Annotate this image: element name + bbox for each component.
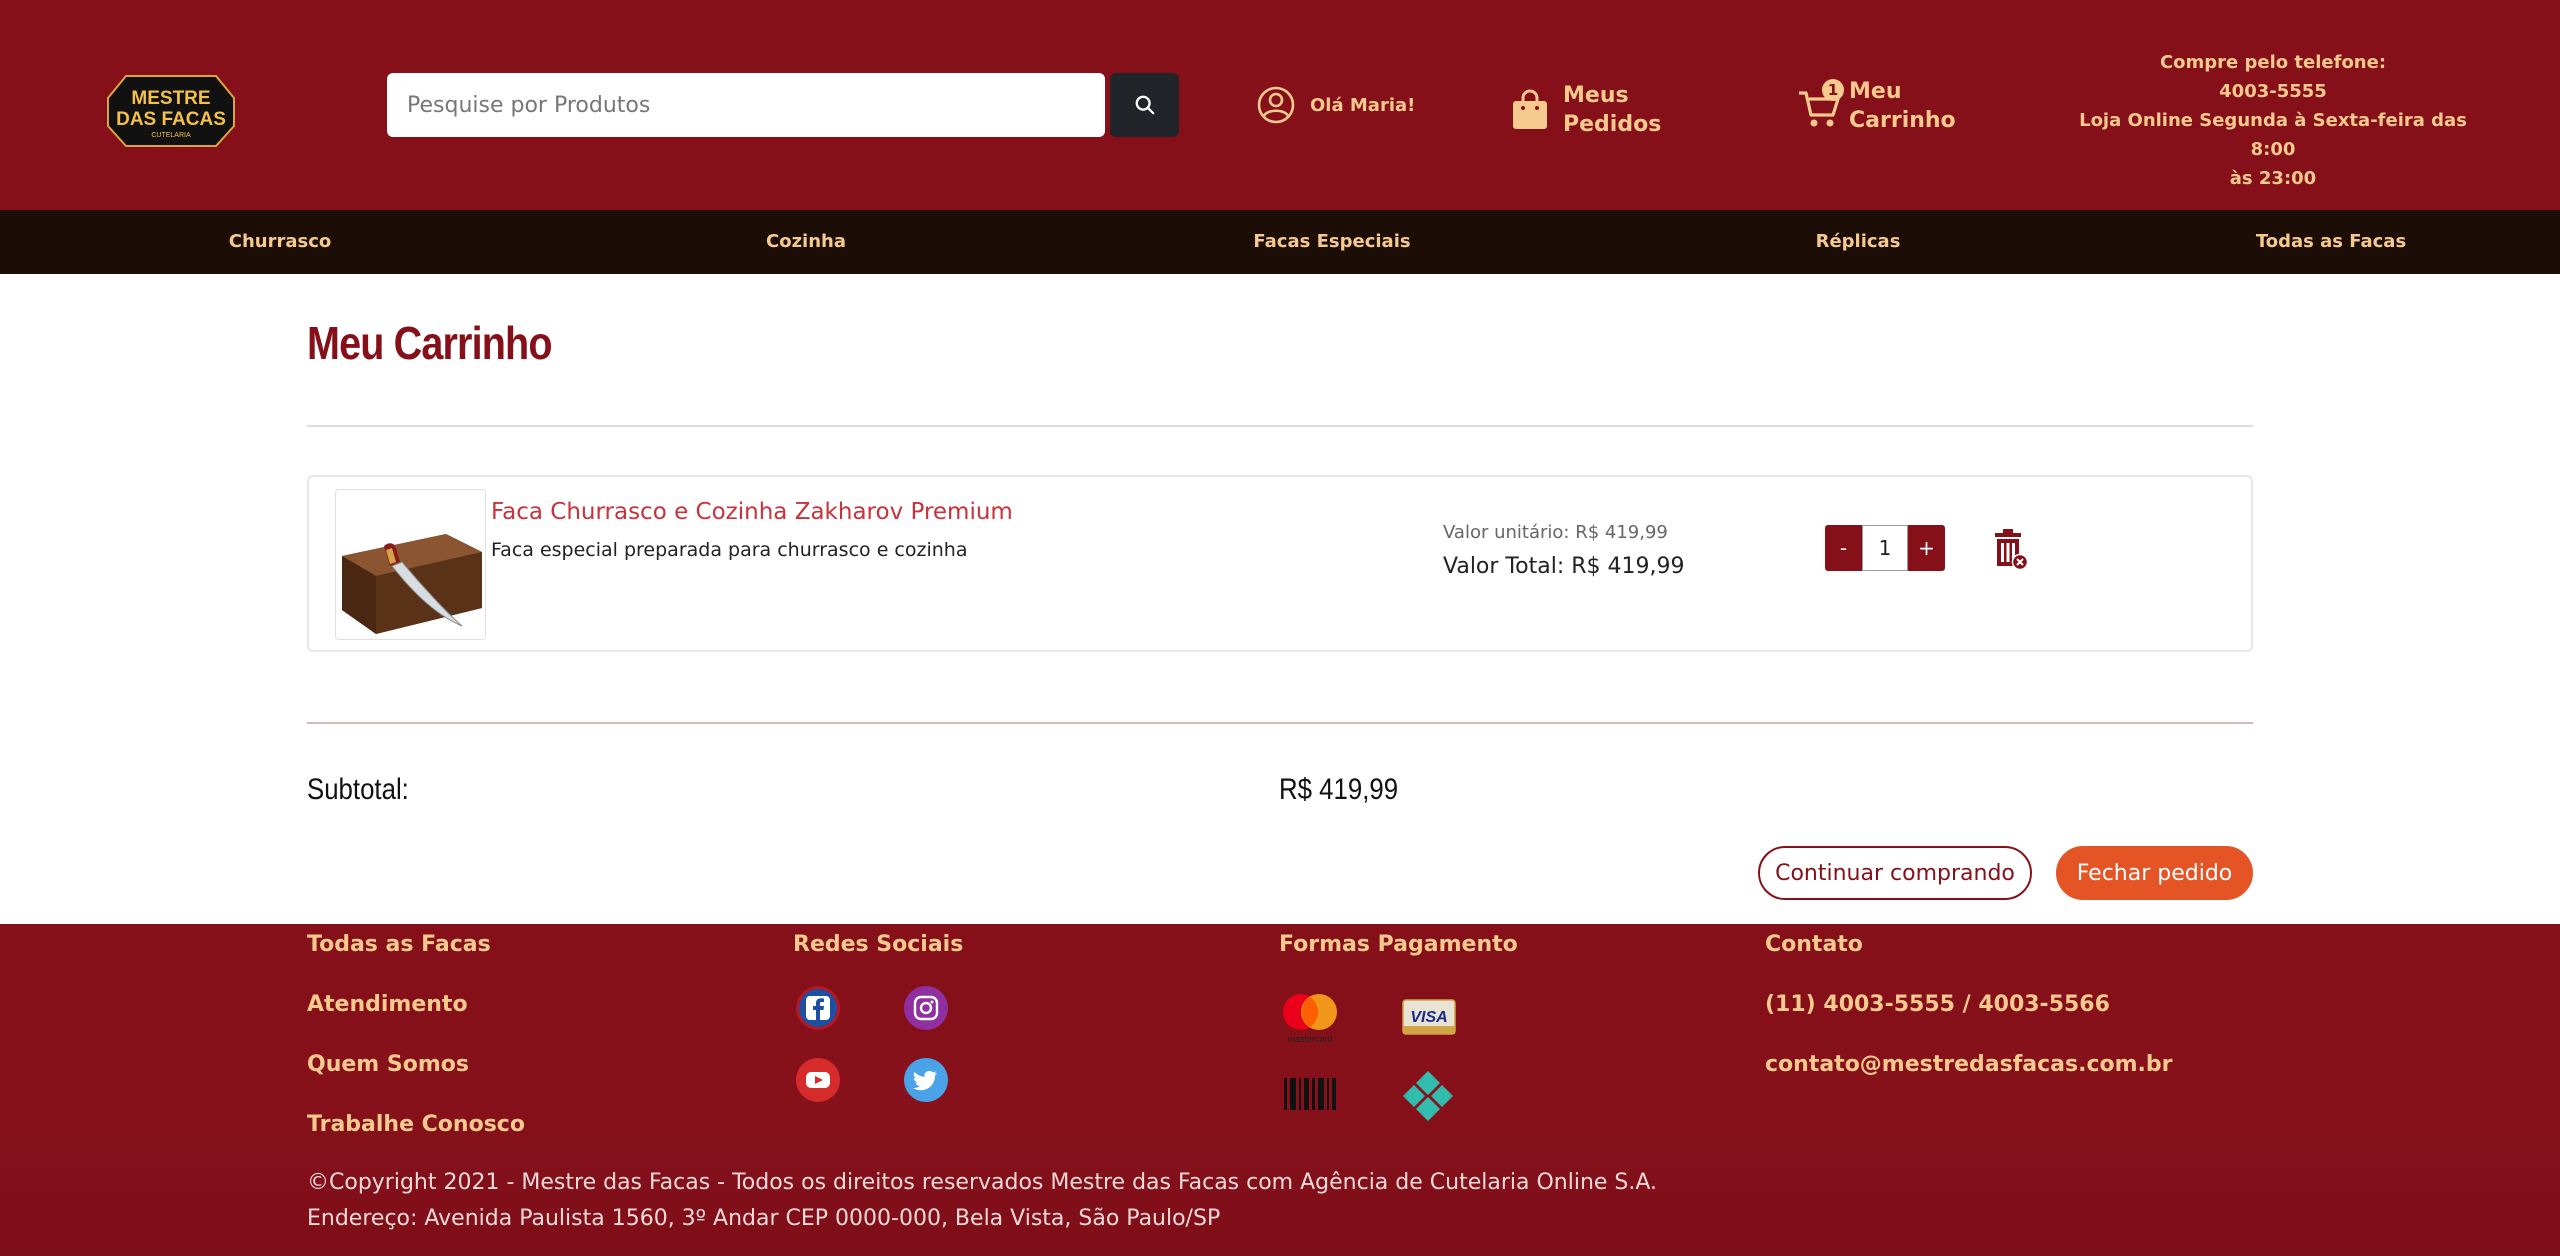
footer-link-trabalhe-conosco[interactable]: Trabalhe Conosco xyxy=(307,1112,525,1137)
shopping-bag-icon xyxy=(1513,89,1547,129)
visa-payment: VISA xyxy=(1402,998,1456,1038)
twitter-icon xyxy=(913,1070,937,1091)
visa-wordmark: VISA xyxy=(1410,1009,1447,1026)
boleto-payment xyxy=(1283,1074,1337,1114)
instagram-icon xyxy=(913,995,939,1021)
search-button[interactable] xyxy=(1110,73,1179,137)
nav-item-churrasco[interactable]: Churrasco xyxy=(229,210,332,274)
unit-price: Valor unitário: R$ 419,99 xyxy=(1443,522,1668,543)
contact-email[interactable]: contato@mestredasfacas.com.br xyxy=(1765,1052,2173,1077)
barcode-icon xyxy=(1284,1078,1336,1110)
logo-line2: DAS FACAS xyxy=(116,109,226,130)
page-title: Meu Carrinho xyxy=(307,317,553,369)
trash-icon xyxy=(1995,529,2029,571)
site-footer: Todas as Facas Atendimento Quem Somos Tr… xyxy=(0,924,2560,1256)
mastercard-payment: mastercard xyxy=(1279,988,1341,1044)
my-orders-label: Meus Pedidos xyxy=(1563,83,1662,137)
search-icon xyxy=(1135,95,1154,115)
product-image[interactable] xyxy=(335,489,486,640)
visa-icon: VISA xyxy=(1402,999,1456,1035)
knife-in-box-image xyxy=(336,490,485,639)
payment-title: Formas Pagamento xyxy=(1279,932,1518,957)
phone-title: Compre pelo telefone: xyxy=(2159,52,2387,73)
divider xyxy=(307,722,2253,724)
youtube-link[interactable] xyxy=(796,1058,840,1102)
subtotal-label: Subtotal: xyxy=(307,773,409,806)
search-input[interactable] xyxy=(387,73,1105,137)
quantity-input[interactable] xyxy=(1862,525,1908,571)
user-circle-icon xyxy=(1257,86,1295,124)
pix-icon xyxy=(1403,1071,1453,1121)
remove-item-button[interactable] xyxy=(1993,528,2029,571)
phone-number: 4003-5555 xyxy=(2219,81,2327,102)
category-nav: Churrasco Cozinha Facas Especiais Réplic… xyxy=(0,210,2560,274)
my-cart-label: Meu Carrinho xyxy=(1849,79,1956,133)
nav-item-cozinha[interactable]: Cozinha xyxy=(766,210,846,274)
logo-line3: CUTELARIA xyxy=(151,132,191,139)
search-bar xyxy=(387,73,1179,137)
phone-info: Compre pelo telefone: 4003-5555 Loja Onl… xyxy=(2070,48,2476,193)
youtube-icon xyxy=(806,1072,830,1088)
address-text: Endereço: Avenida Paulista 1560, 3º Anda… xyxy=(307,1206,1221,1231)
social-title: Redes Sociais xyxy=(793,932,964,957)
store-hours-line1: Loja Online Segunda à Sexta-feira das 8:… xyxy=(2079,110,2467,160)
checkout-button[interactable]: Fechar pedido xyxy=(2056,846,2253,900)
footer-link-quem-somos[interactable]: Quem Somos xyxy=(307,1052,469,1077)
total-price: Valor Total: R$ 419,99 xyxy=(1443,554,1685,579)
logo-line1: MESTRE xyxy=(131,88,210,109)
user-account-link[interactable]: Olá Maria! xyxy=(1256,82,1415,128)
quantity-decrease-button[interactable]: - xyxy=(1825,525,1862,571)
contact-phone[interactable]: (11) 4003-5555 / 4003-5566 xyxy=(1765,992,2110,1017)
nav-item-todas-as-facas[interactable]: Todas as Facas xyxy=(2256,210,2406,274)
mastercard-wordmark: mastercard xyxy=(1287,1034,1332,1044)
nav-item-facas-especiais[interactable]: Facas Especiais xyxy=(1253,210,1410,274)
facebook-icon xyxy=(806,996,830,1020)
store-hours-line2: às 23:00 xyxy=(2229,168,2317,189)
cart-item-card: Faca Churrasco e Cozinha Zakharov Premiu… xyxy=(307,475,2253,652)
contact-title: Contato xyxy=(1765,932,1863,957)
footer-link-atendimento[interactable]: Atendimento xyxy=(307,992,468,1017)
footer-link-todas-as-facas[interactable]: Todas as Facas xyxy=(307,932,491,957)
nav-item-replicas[interactable]: Réplicas xyxy=(1816,210,1901,274)
pix-payment xyxy=(1400,1068,1456,1124)
facebook-link[interactable] xyxy=(796,986,840,1030)
my-cart-link[interactable]: 1 Meu Carrinho xyxy=(1797,72,1959,140)
logo[interactable]: MESTRE DAS FACAS CUTELARIA xyxy=(106,74,236,148)
continue-shopping-button[interactable]: Continuar comprando xyxy=(1758,846,2032,900)
cart-count-badge: 1 xyxy=(1822,79,1844,101)
product-description: Faca especial preparada para churrasco e… xyxy=(491,539,968,561)
product-name-link[interactable]: Faca Churrasco e Cozinha Zakharov Premiu… xyxy=(491,499,1013,525)
copyright-text: ©Copyright 2021 - Mestre das Facas - Tod… xyxy=(307,1170,1658,1195)
user-greeting: Olá Maria! xyxy=(1310,94,1416,116)
site-header: MESTRE DAS FACAS CUTELARIA Olá Maria! Me… xyxy=(0,0,2560,210)
twitter-link[interactable] xyxy=(904,1058,948,1102)
instagram-link[interactable] xyxy=(904,986,948,1030)
quantity-increase-button[interactable]: + xyxy=(1908,525,1945,571)
divider xyxy=(307,425,2253,427)
cart-icon-wrapper: 1 xyxy=(1797,79,1844,129)
mastercard-icon: mastercard xyxy=(1283,994,1337,1044)
subtotal-value: R$ 419,99 xyxy=(1279,773,1399,806)
my-orders-link[interactable]: Meus Pedidos xyxy=(1511,78,1673,142)
